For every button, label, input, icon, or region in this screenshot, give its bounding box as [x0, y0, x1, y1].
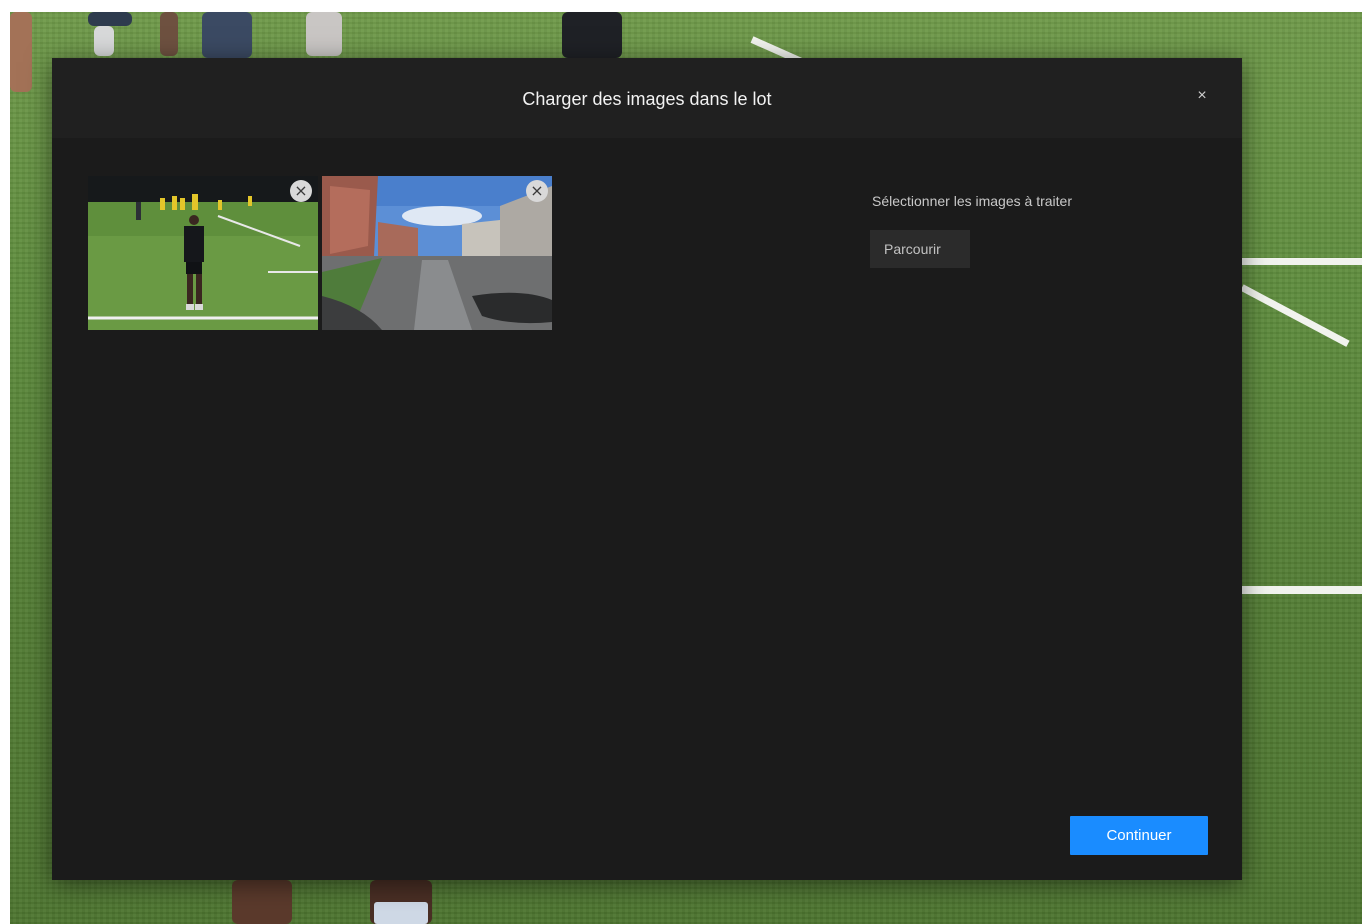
- field-line: [1242, 258, 1362, 265]
- dialog-title: Charger des images dans le lot: [522, 89, 772, 109]
- dialog-header: Charger des images dans le lot ×: [52, 58, 1242, 138]
- close-icon[interactable]: ×: [1192, 86, 1212, 106]
- player-shorts: [88, 12, 132, 26]
- field-line: [1242, 586, 1362, 594]
- field-line: [1240, 284, 1350, 347]
- player-sock: [94, 26, 114, 56]
- thumbnail-image: [322, 176, 552, 330]
- player-leg: [160, 12, 178, 56]
- select-images-label: Sélectionner les images à traiter: [872, 193, 1072, 209]
- image-thumbnail[interactable]: ×: [322, 176, 552, 330]
- image-thumbnail[interactable]: ×: [88, 176, 318, 330]
- player-shorts: [202, 12, 252, 58]
- player-sock: [374, 902, 428, 924]
- continue-button[interactable]: Continuer: [1070, 816, 1208, 855]
- player-leg: [10, 12, 32, 92]
- remove-image-icon[interactable]: ×: [526, 180, 548, 202]
- browse-button[interactable]: Parcourir: [870, 230, 970, 268]
- thumbnail-image: [88, 176, 318, 330]
- upload-dialog: Charger des images dans le lot × × × Sél…: [52, 58, 1242, 880]
- player-shorts: [562, 12, 622, 58]
- player-sock: [306, 12, 342, 56]
- player-leg: [232, 880, 292, 924]
- remove-image-icon[interactable]: ×: [290, 180, 312, 202]
